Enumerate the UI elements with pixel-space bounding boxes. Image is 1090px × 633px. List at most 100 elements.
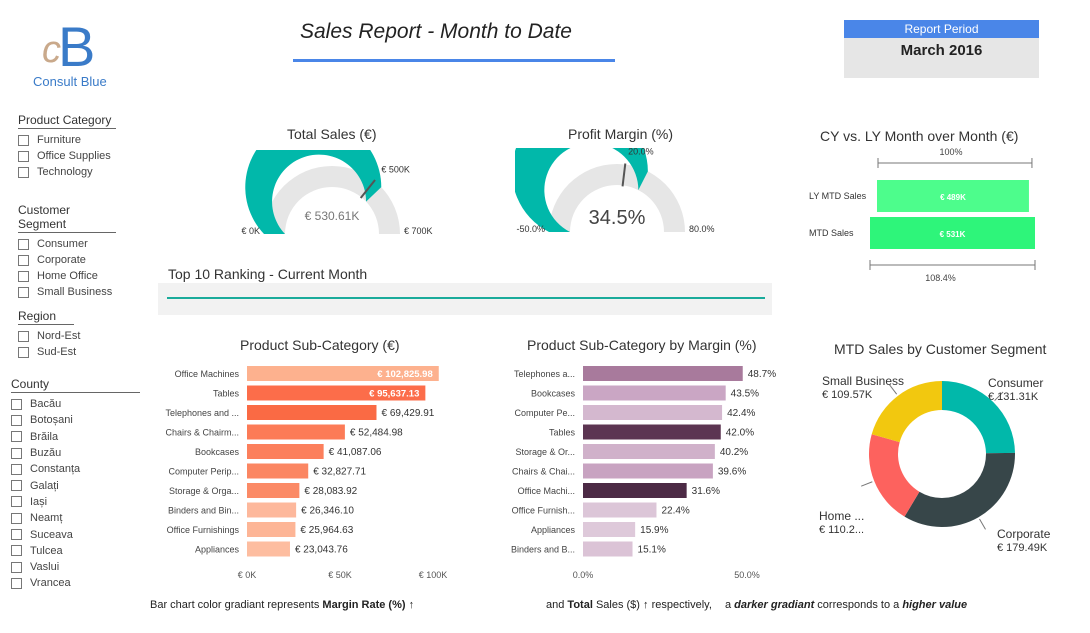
slicer-item-home-office[interactable]: Home Office	[18, 268, 116, 284]
checkbox[interactable]	[11, 529, 22, 541]
slicer-item-suceava[interactable]: Suceava	[11, 526, 140, 542]
gauge-value-label: 34.5%	[589, 207, 646, 229]
bar[interactable]	[247, 483, 300, 498]
bar[interactable]	[583, 385, 726, 401]
slicer-item-ia-i[interactable]: Iași	[11, 494, 140, 510]
bar-category-label: Office Machi...	[518, 486, 575, 496]
checkbox[interactable]	[18, 270, 29, 282]
profit-margin-gauge[interactable]: 20.0% 34.5% -50.0% 80.0%	[515, 148, 735, 242]
bar[interactable]	[247, 502, 297, 518]
ranking-header-box	[158, 283, 772, 315]
product-category-slicer: Product Category Furniture Office Supplie…	[18, 113, 116, 180]
slicer-item-label: Small Business	[37, 286, 113, 298]
cy-ly-top-label: 100%	[939, 147, 962, 157]
gauge-max-label: 80.0%	[689, 224, 715, 234]
checkbox[interactable]	[11, 496, 22, 508]
slicer-item-office-supplies[interactable]: Office Supplies	[18, 148, 116, 164]
bar[interactable]	[583, 424, 721, 440]
slicer-title: Product Category	[18, 113, 116, 129]
bar[interactable]	[583, 483, 687, 498]
bar-category-label: Telephones a...	[514, 369, 575, 379]
slicer-item-label: Vaslui	[30, 561, 60, 574]
gauge-max-label: € 700K	[404, 226, 433, 236]
checkbox[interactable]	[11, 414, 22, 426]
bar[interactable]	[247, 424, 345, 440]
slicer-item-label: Vrancea	[30, 577, 71, 590]
slicer-item-furniture[interactable]: Furniture	[18, 132, 116, 148]
bar[interactable]	[583, 444, 715, 459]
bar[interactable]	[247, 522, 296, 537]
donut-value-label: € 110.2...	[819, 524, 864, 536]
donut-slice[interactable]	[871, 381, 942, 443]
slicer-item-vrancea[interactable]: Vrancea	[11, 575, 140, 591]
slicer-item-consumer[interactable]: Consumer	[18, 236, 116, 252]
bar[interactable]	[583, 463, 713, 479]
checkbox[interactable]	[11, 398, 22, 410]
slicer-item-br-ila[interactable]: Brăila	[11, 429, 140, 445]
bar-category-label: Binders and Bin...	[168, 506, 239, 516]
checkbox[interactable]	[11, 577, 22, 589]
slicer-item-label: Galați	[30, 479, 59, 492]
checkbox[interactable]	[18, 286, 29, 298]
checkbox[interactable]	[11, 512, 22, 524]
slicer-item-label: Technology	[37, 166, 93, 178]
slicer-item-label: Buzău	[30, 447, 62, 460]
donut-value-label: € 179.49K	[997, 542, 1048, 554]
checkbox[interactable]	[18, 134, 29, 146]
checkbox[interactable]	[18, 346, 29, 358]
checkbox[interactable]	[11, 545, 22, 557]
bar[interactable]	[247, 463, 309, 479]
bar-category-label: Office Machines	[175, 369, 240, 379]
checkbox[interactable]	[11, 480, 22, 492]
cy-ly-title: CY vs. LY Month over Month (€)	[820, 128, 1019, 144]
slicer-item-neam-[interactable]: Neamț	[11, 510, 140, 526]
checkbox[interactable]	[18, 166, 29, 178]
subcategory-margin-chart[interactable]: Telephones a... 48.7% Bookcases 43.5% Comput…	[500, 360, 800, 585]
slicer-item-gala-i[interactable]: Galați	[11, 477, 140, 493]
slicer-item-corporate[interactable]: Corporate	[18, 252, 116, 268]
checkbox[interactable]	[18, 238, 29, 250]
bar[interactable]	[583, 541, 633, 557]
bar-category-label: Bookcases	[195, 447, 240, 457]
cy-ly-row-label: LY MTD Sales	[809, 191, 867, 201]
bar[interactable]	[247, 541, 290, 557]
total-sales-gauge[interactable]: € 500K € 530.61K € 0K € 700K	[230, 150, 450, 242]
bar-value-label: € 95,637.13	[369, 389, 419, 400]
checkbox[interactable]	[11, 431, 22, 443]
bar[interactable]	[583, 405, 723, 420]
page-title: Sales Report - Month to Date	[300, 20, 572, 43]
checkbox[interactable]	[18, 254, 29, 266]
slicer-item-constan-a[interactable]: Constanța	[11, 461, 140, 477]
bar[interactable]	[247, 444, 324, 459]
bar[interactable]	[583, 366, 743, 381]
checkbox[interactable]	[11, 447, 22, 459]
bar-value-label: € 102,825.98	[377, 369, 432, 380]
segment-donut-chart[interactable]: Consumer€ 131.31K Corporate€ 179.49K Home …	[805, 362, 1085, 562]
checkbox[interactable]	[18, 330, 29, 342]
slicer-item-buz-u[interactable]: Buzău	[11, 445, 140, 461]
slicer-item-vaslui[interactable]: Vaslui	[11, 559, 140, 575]
slicer-item-small-business[interactable]: Small Business	[18, 284, 116, 300]
x-tick-label: 50.0%	[734, 570, 760, 580]
bar[interactable]	[583, 502, 657, 518]
donut-category-label: Consumer	[988, 376, 1043, 390]
cy-ly-bar-label: € 489K	[940, 193, 966, 202]
slicer-item-tulcea[interactable]: Tulcea	[11, 543, 140, 559]
bar[interactable]	[583, 522, 636, 537]
slicer-item-bac-u[interactable]: Bacău	[11, 396, 140, 412]
slicer-item-technology[interactable]: Technology	[18, 164, 116, 180]
donut-slice[interactable]	[904, 452, 1015, 527]
slicer-item-label: Iași	[30, 495, 48, 508]
subcategory-sales-chart[interactable]: Office Machines € 102,825.98 Tables € 95,63…	[150, 360, 470, 585]
donut-category-label: Small Business	[822, 374, 904, 388]
slicer-item-boto-ani[interactable]: Botoșani	[11, 412, 140, 428]
checkbox[interactable]	[18, 150, 29, 162]
cy-ly-bar-label: € 531K	[940, 230, 966, 239]
slicer-item-nord-est[interactable]: Nord-Est	[18, 328, 80, 344]
slicer-item-sud-est[interactable]: Sud-Est	[18, 344, 80, 360]
cy-ly-chart[interactable]: 100% LY MTD Sales € 489K MTD Sales € 531K 108…	[800, 145, 1050, 285]
checkbox[interactable]	[11, 561, 22, 573]
bar[interactable]	[247, 405, 377, 420]
donut-slice[interactable]	[869, 434, 920, 517]
checkbox[interactable]	[11, 463, 22, 475]
